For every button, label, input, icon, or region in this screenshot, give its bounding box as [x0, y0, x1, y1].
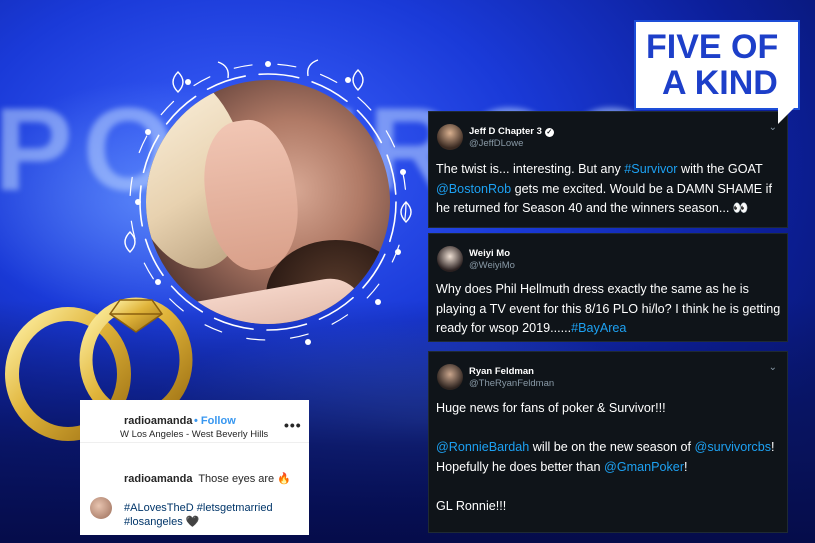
logo-speech-tail: [778, 104, 798, 124]
instagram-post-card: radioamanda • Follow W Los Angeles - Wes…: [80, 400, 309, 535]
tweet-text-segment: will be on the new season of: [529, 440, 695, 455]
verified-badge-icon: ✓: [544, 128, 554, 137]
instagram-username[interactable]: radioamanda: [124, 415, 192, 427]
tweet-author-name[interactable]: Weiyi Mo: [469, 248, 510, 259]
tweet-author-handle[interactable]: @WeiyiMo: [469, 260, 515, 271]
tweet-link[interactable]: @survivorcbs: [695, 440, 771, 454]
caption-hashtag-losangeles[interactable]: #losangeles: [124, 516, 183, 528]
chevron-down-icon[interactable]: ⌄: [769, 362, 777, 373]
tweet-author-handle[interactable]: @JeffDLowe: [469, 138, 523, 149]
comment-text: Those eyes are 🔥: [198, 473, 291, 485]
author-name-text: Jeff D Chapter 3: [469, 126, 542, 137]
tweet-text-segment: Huge news for fans of poker & Survivor!!…: [436, 401, 666, 415]
tweet-text-segment: GL Ronnie!!!: [436, 498, 507, 513]
follow-label: Follow: [200, 415, 236, 427]
tweet-text: The twist is... interesting. But any #Su…: [436, 160, 781, 219]
tweet-card[interactable]: Jeff D Chapter 3 ✓ @JeffDLowe ⌄ The twist…: [428, 111, 788, 228]
instagram-post-header: radioamanda • Follow W Los Angeles - Wes…: [80, 400, 309, 443]
tweet-text-segment: with the GOAT: [677, 162, 763, 176]
avatar[interactable]: [437, 124, 463, 150]
black-heart-emoji: 🖤: [185, 516, 200, 528]
avatar[interactable]: [437, 364, 463, 390]
tweet-link[interactable]: #BayArea: [571, 321, 626, 335]
more-options-icon[interactable]: •••: [284, 417, 302, 433]
follow-button[interactable]: • Follow: [194, 415, 236, 427]
tweet-author-name[interactable]: Ryan Feldman: [469, 366, 534, 377]
tweet-link[interactable]: @BostonRob: [436, 182, 511, 196]
comment-username[interactable]: radioamanda: [124, 473, 192, 485]
avatar[interactable]: [90, 497, 112, 519]
chevron-down-icon[interactable]: ⌄: [769, 122, 777, 133]
tweet-text: Huge news for fans of poker & Survivor!!…: [436, 399, 781, 517]
tweet-author-handle[interactable]: @TheRyanFeldman: [469, 378, 554, 389]
tweet-text-segment: The twist is... interesting. But any: [436, 162, 625, 176]
logo-line-1: FIVE OF: [646, 28, 779, 66]
five-of-a-kind-logo: FIVE OF A KIND: [634, 20, 800, 110]
tweet-author-name[interactable]: Jeff D Chapter 3 ✓: [469, 126, 554, 137]
instagram-caption: #ALovesTheD #letsgetmarried #losangeles …: [124, 501, 304, 529]
tweet-card[interactable]: Weiyi Mo @WeiyiMo Why does Phil Hellmuth…: [428, 233, 788, 342]
tweet-link[interactable]: @RonnieBardah: [436, 440, 529, 454]
tweet-card[interactable]: Ryan Feldman @TheRyanFeldman ⌄ Huge news…: [428, 351, 788, 533]
tweet-text: Why does Phil Hellmuth dress exactly the…: [436, 280, 781, 339]
tweet-text-segment: !: [684, 459, 688, 474]
instagram-comment: radioamanda Those eyes are 🔥: [124, 472, 291, 485]
logo-line-2: A KIND: [662, 64, 778, 102]
avatar[interactable]: [437, 246, 463, 272]
separator-dot: •: [194, 415, 198, 427]
tweet-link[interactable]: @GmanPoker: [604, 460, 684, 474]
tweet-link[interactable]: #Survivor: [624, 162, 677, 176]
caption-hashtags[interactable]: #ALovesTheD #letsgetmarried: [124, 501, 304, 515]
post-location[interactable]: W Los Angeles - West Beverly Hills: [120, 429, 268, 440]
